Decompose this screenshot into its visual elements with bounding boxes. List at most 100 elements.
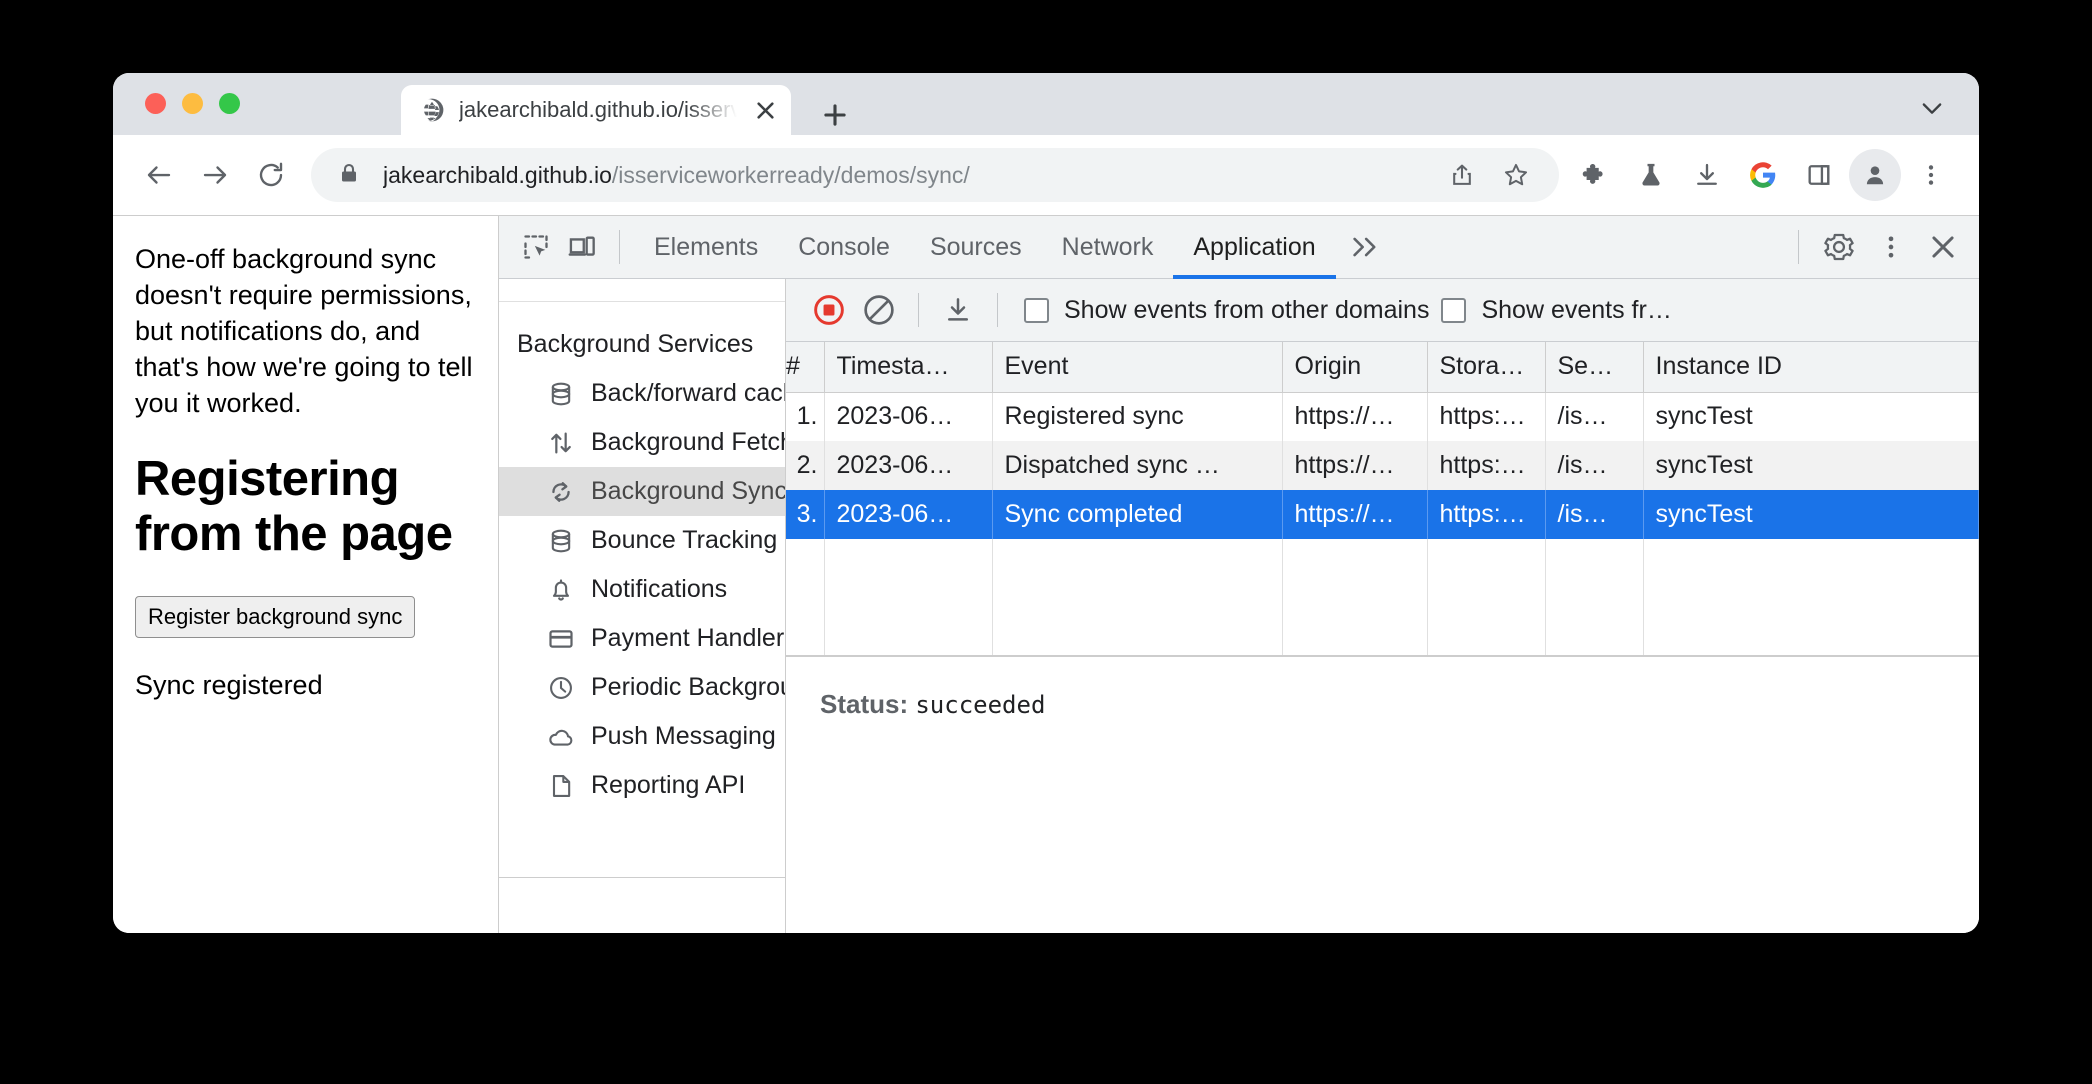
- sidebar-item-back-forward-cache[interactable]: Back/forward cache: [499, 369, 785, 418]
- cell-storage: https:…: [1427, 490, 1546, 539]
- flask-icon[interactable]: [1625, 149, 1677, 201]
- table-row[interactable]: 1. 2023-06… Registered sync https://… ht…: [786, 392, 1979, 441]
- column-header-event[interactable]: Event: [992, 342, 1283, 393]
- show-events-from-checkbox[interactable]: Show events fr…: [1441, 295, 1672, 325]
- table-row[interactable]: 3. 2023-06… Sync completed https://… htt…: [786, 490, 1979, 539]
- column-header-number[interactable]: #: [786, 342, 825, 393]
- devtools-sidebar: Background Services Back/forward cache: [499, 279, 786, 933]
- minimize-window-button[interactable]: [182, 93, 203, 114]
- empty-cell: [992, 539, 1283, 656]
- tab-strip: jakearchibald.github.io/isservic: [113, 73, 1979, 135]
- sidebar-item-label: Back/forward cache: [591, 379, 785, 407]
- close-tab-button[interactable]: [751, 96, 779, 124]
- show-events-other-domains-checkbox[interactable]: Show events from other domains: [1024, 296, 1429, 325]
- cell-sw: /is…: [1545, 441, 1644, 490]
- sidebar-item-reporting-api[interactable]: Reporting API: [499, 761, 785, 810]
- sidebar-item-background-fetch[interactable]: Background Fetch: [499, 418, 785, 467]
- puzzle-icon[interactable]: [1569, 149, 1621, 201]
- cell-timestamp: 2023-06…: [824, 490, 993, 539]
- sidebar-item-push-messaging[interactable]: Push Messaging: [499, 712, 785, 761]
- checkbox-box[interactable]: [1024, 297, 1049, 323]
- tab-application[interactable]: Application: [1173, 216, 1336, 279]
- status-value: succeeded: [915, 690, 1046, 719]
- sidebar-item-label: Payment Handler: [591, 624, 785, 652]
- download-icon[interactable]: [1681, 149, 1733, 201]
- bell-icon: [547, 576, 575, 604]
- tab-console[interactable]: Console: [778, 216, 910, 279]
- event-detail-status: Status: succeeded: [786, 655, 1979, 934]
- new-tab-button[interactable]: [813, 95, 857, 135]
- double-chevron-right-icon[interactable]: [1336, 216, 1394, 279]
- maximize-window-button[interactable]: [219, 93, 240, 114]
- clear-icon[interactable]: [854, 285, 904, 335]
- cell-origin: https://…: [1282, 441, 1428, 490]
- tab-elements[interactable]: Elements: [634, 216, 778, 279]
- cell-event: Sync completed: [992, 490, 1283, 539]
- column-header-origin[interactable]: Origin: [1282, 342, 1428, 393]
- database-icon: [547, 380, 575, 408]
- cell-instance-id: syncTest: [1643, 392, 1979, 441]
- reload-button[interactable]: [243, 147, 299, 203]
- profile-avatar[interactable]: [1849, 149, 1901, 201]
- cell-event: Registered sync: [992, 392, 1283, 441]
- checkbox-box[interactable]: [1441, 297, 1467, 323]
- export-download-icon[interactable]: [933, 285, 983, 335]
- cell-instance-id: syncTest: [1643, 441, 1979, 490]
- stop-recording-icon[interactable]: [804, 285, 854, 335]
- cell-number: 3.: [786, 490, 825, 539]
- address-bar[interactable]: jakearchibald.github.io/isserviceworkerr…: [311, 148, 1559, 202]
- sidebar-item-notifications[interactable]: Notifications: [499, 565, 785, 614]
- cell-timestamp: 2023-06…: [824, 441, 993, 490]
- column-header-storage[interactable]: Stora…: [1427, 342, 1546, 393]
- sidebar-item-bounce-tracking-mitigations[interactable]: Bounce Tracking Mitigations: [499, 516, 785, 565]
- tab-search-button[interactable]: [1915, 93, 1949, 123]
- divider: [1798, 230, 1799, 264]
- sidebar-item-label: Reporting API: [591, 771, 746, 799]
- table-row[interactable]: 2. 2023-06… Dispatched sync … https://… …: [786, 441, 1979, 490]
- forward-button[interactable]: [187, 147, 243, 203]
- checkbox-label: Show events fr…: [1481, 295, 1672, 324]
- browser-toolbar: jakearchibald.github.io/isserviceworkerr…: [113, 135, 1979, 215]
- cell-number: 2.: [786, 441, 825, 490]
- sidebar-item-label: Notifications: [591, 575, 728, 603]
- sidebar-scroll: Background Services Back/forward cache: [499, 302, 785, 877]
- device-toolbar-icon[interactable]: [559, 224, 605, 270]
- sidebar-item-payment-handler[interactable]: Payment Handler: [499, 614, 785, 663]
- sync-icon: [547, 478, 575, 506]
- sidebar-item-periodic-background-sync[interactable]: Periodic Background Sync: [499, 663, 785, 712]
- events-table-wrap: # Timesta… Event Origin Stora… Se… Insta…: [786, 342, 1979, 656]
- browser-tab[interactable]: jakearchibald.github.io/isservic: [401, 85, 791, 135]
- side-panel-icon[interactable]: [1793, 149, 1845, 201]
- clock-icon: [547, 674, 575, 702]
- sidebar-item-background-sync[interactable]: Background Sync: [499, 467, 785, 516]
- close-devtools-icon[interactable]: [1917, 221, 1969, 273]
- share-icon[interactable]: [1437, 150, 1487, 200]
- register-background-sync-button[interactable]: Register background sync: [135, 596, 416, 639]
- browser-window: jakearchibald.github.io/isservic jakearc…: [113, 73, 1979, 933]
- browser-menu-button[interactable]: [1905, 149, 1957, 201]
- cell-instance-id: syncTest: [1643, 490, 1979, 539]
- tab-network[interactable]: Network: [1042, 216, 1174, 279]
- devtools-more-button[interactable]: [1865, 221, 1917, 273]
- cell-sw: /is…: [1545, 392, 1644, 441]
- inspect-element-icon[interactable]: [513, 224, 559, 270]
- window-controls: [145, 93, 240, 114]
- page-title: Registering from the page: [135, 451, 453, 561]
- cell-timestamp: 2023-06…: [824, 392, 993, 441]
- google-icon[interactable]: [1737, 149, 1789, 201]
- column-header-sw[interactable]: Se…: [1545, 342, 1644, 393]
- url-path: /isserviceworkerready/demos/sync/: [611, 161, 970, 188]
- column-header-instance-id[interactable]: Instance ID: [1643, 342, 1979, 393]
- star-icon[interactable]: [1491, 150, 1541, 200]
- column-header-timestamp[interactable]: Timesta…: [824, 342, 993, 393]
- web-page-content: One-off background sync doesn't require …: [113, 216, 498, 933]
- sidebar-item-label: Background Sync: [591, 477, 785, 505]
- sidebar-scrolled-item[interactable]: [499, 279, 785, 302]
- gear-icon[interactable]: [1813, 221, 1865, 273]
- globe-icon: [417, 97, 445, 123]
- sidebar-item-label: Bounce Tracking Mitigations: [591, 526, 785, 554]
- back-button[interactable]: [131, 147, 187, 203]
- close-window-button[interactable]: [145, 93, 166, 114]
- credit-card-icon: [547, 625, 575, 653]
- tab-sources[interactable]: Sources: [910, 216, 1042, 279]
